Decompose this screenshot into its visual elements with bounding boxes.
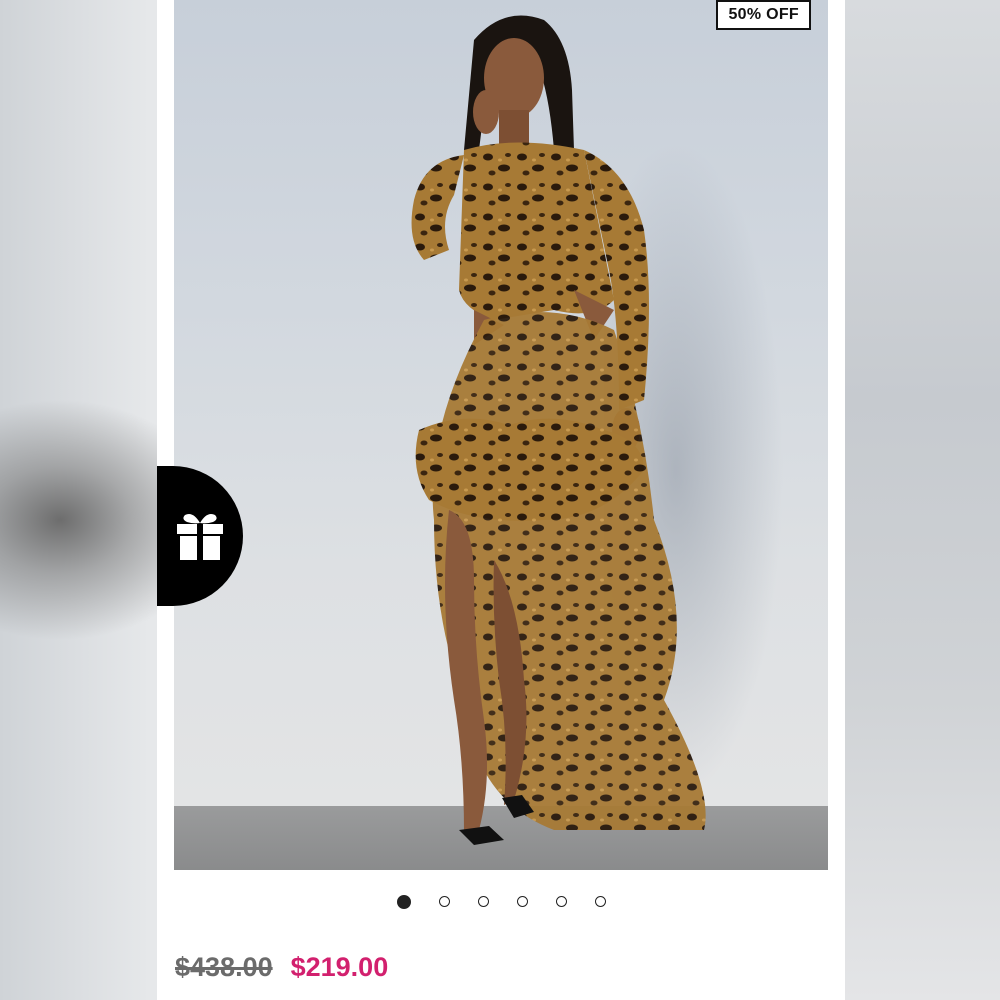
carousel-dot-6[interactable] <box>594 896 606 907</box>
model-figure <box>411 15 706 845</box>
sale-price: $219.00 <box>290 952 389 982</box>
original-price: $438.00 <box>175 952 273 982</box>
carousel-dot-1[interactable] <box>396 895 411 909</box>
blurred-background-right <box>840 0 1000 1000</box>
discount-badge: 50% OFF <box>716 0 811 30</box>
product-card: 50% OFF $438.00 $219.00 <box>157 0 845 1000</box>
carousel-dot-4[interactable] <box>516 896 528 907</box>
price-row: $438.00 $219.00 <box>175 952 388 983</box>
carousel-dot-2[interactable] <box>438 896 450 907</box>
carousel-dot-3[interactable] <box>477 896 489 907</box>
carousel-indicators <box>157 895 845 909</box>
gift-icon <box>177 514 223 560</box>
product-image[interactable]: 50% OFF <box>174 0 828 870</box>
carousel-dot-5[interactable] <box>555 896 567 907</box>
